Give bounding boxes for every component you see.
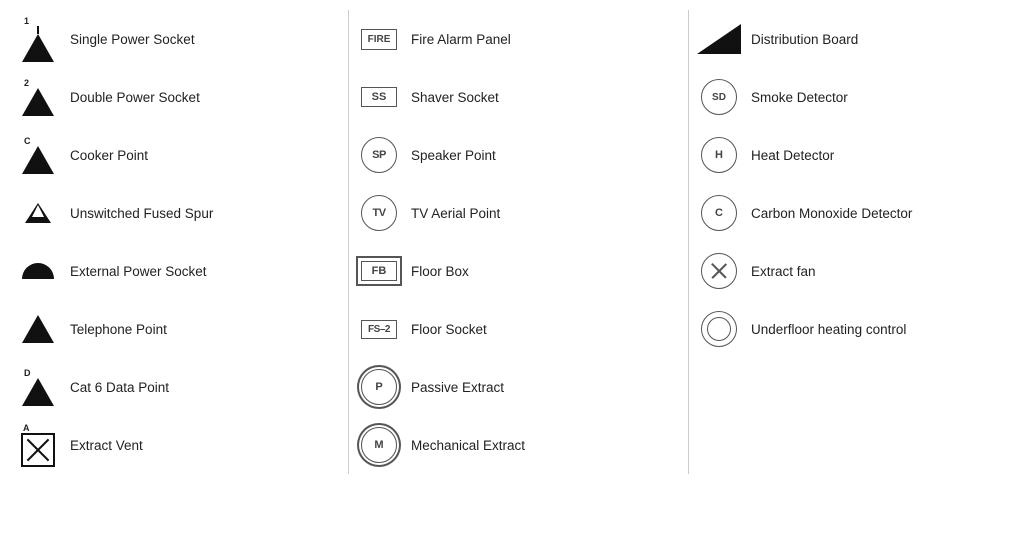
- fused-spur-label: Unswitched Fused Spur: [64, 206, 213, 221]
- list-item: External Power Socket: [8, 242, 348, 300]
- mechanical-extract-label: Mechanical Extract: [405, 438, 525, 453]
- list-item: D Cat 6 Data Point: [8, 358, 348, 416]
- floor-box-label: Floor Box: [405, 264, 469, 279]
- external-power-socket-label: External Power Socket: [64, 264, 207, 279]
- floor-box-symbol: FB: [353, 261, 405, 281]
- cooker-point-label: Cooker Point: [64, 148, 148, 163]
- heat-detector-symbol: H: [693, 137, 745, 173]
- list-item: M Mechanical Extract: [349, 416, 688, 474]
- shaver-socket-label: Shaver Socket: [405, 90, 499, 105]
- list-item: SD Smoke Detector: [689, 68, 1018, 126]
- fire-alarm-panel-label: Fire Alarm Panel: [405, 32, 511, 47]
- double-power-socket-symbol: 2: [12, 78, 64, 116]
- distribution-board-symbol: [693, 24, 745, 54]
- list-item: Underfloor heating control: [689, 300, 1018, 358]
- list-item: FB Floor Box: [349, 242, 688, 300]
- telephone-point-label: Telephone Point: [64, 322, 167, 337]
- extract-vent-symbol: A: [12, 423, 64, 467]
- floor-socket-symbol: FS–2: [353, 320, 405, 339]
- cat6-data-point-label: Cat 6 Data Point: [64, 380, 169, 395]
- carbon-monoxide-symbol: C: [693, 195, 745, 231]
- column-1: 1 Single Power Socket 2 Double Power Soc…: [8, 10, 348, 474]
- fused-spur-symbol: [12, 203, 64, 223]
- heat-detector-label: Heat Detector: [745, 148, 834, 163]
- cat6-data-point-symbol: D: [12, 368, 64, 406]
- list-item: SP Speaker Point: [349, 126, 688, 184]
- underfloor-heating-symbol: [693, 311, 745, 347]
- list-item: FIRE Fire Alarm Panel: [349, 10, 688, 68]
- fire-alarm-panel-symbol: FIRE: [353, 29, 405, 50]
- extract-vent-label: Extract Vent: [64, 438, 143, 453]
- column-3: Distribution Board SD Smoke Detector H H…: [688, 10, 1018, 474]
- list-item: C Cooker Point: [8, 126, 348, 184]
- distribution-board-label: Distribution Board: [745, 32, 858, 47]
- mechanical-extract-symbol: M: [353, 427, 405, 463]
- smoke-detector-label: Smoke Detector: [745, 90, 848, 105]
- smoke-detector-symbol: SD: [693, 79, 745, 115]
- extract-fan-symbol: [693, 253, 745, 289]
- cooker-point-symbol: C: [12, 136, 64, 174]
- telephone-point-symbol: [12, 315, 64, 343]
- list-item: C Carbon Monoxide Detector: [689, 184, 1018, 242]
- column-2: FIRE Fire Alarm Panel SS Shaver Socket S…: [348, 10, 688, 474]
- floor-socket-label: Floor Socket: [405, 322, 487, 337]
- underfloor-heating-label: Underfloor heating control: [745, 322, 906, 337]
- legend-grid: 1 Single Power Socket 2 Double Power Soc…: [0, 0, 1018, 484]
- list-item: H Heat Detector: [689, 126, 1018, 184]
- list-item: TV TV Aerial Point: [349, 184, 688, 242]
- single-power-socket-label: Single Power Socket: [64, 32, 195, 47]
- list-item: SS Shaver Socket: [349, 68, 688, 126]
- external-power-socket-symbol: [12, 263, 64, 279]
- shaver-socket-symbol: SS: [353, 87, 405, 107]
- list-item: Distribution Board: [689, 10, 1018, 68]
- speaker-point-symbol: SP: [353, 137, 405, 173]
- list-item: P Passive Extract: [349, 358, 688, 416]
- extract-fan-label: Extract fan: [745, 264, 816, 279]
- tv-aerial-label: TV Aerial Point: [405, 206, 500, 221]
- list-item: A Extract Vent: [8, 416, 348, 474]
- carbon-monoxide-label: Carbon Monoxide Detector: [745, 206, 912, 221]
- double-power-socket-label: Double Power Socket: [64, 90, 200, 105]
- passive-extract-label: Passive Extract: [405, 380, 504, 395]
- passive-extract-symbol: P: [353, 369, 405, 405]
- list-item: Extract fan: [689, 242, 1018, 300]
- list-item: 1 Single Power Socket: [8, 10, 348, 68]
- list-item: 2 Double Power Socket: [8, 68, 348, 126]
- list-item: Unswitched Fused Spur: [8, 184, 348, 242]
- speaker-point-label: Speaker Point: [405, 148, 496, 163]
- single-power-socket-symbol: 1: [12, 16, 64, 62]
- tv-aerial-symbol: TV: [353, 195, 405, 231]
- list-item: Telephone Point: [8, 300, 348, 358]
- list-item: FS–2 Floor Socket: [349, 300, 688, 358]
